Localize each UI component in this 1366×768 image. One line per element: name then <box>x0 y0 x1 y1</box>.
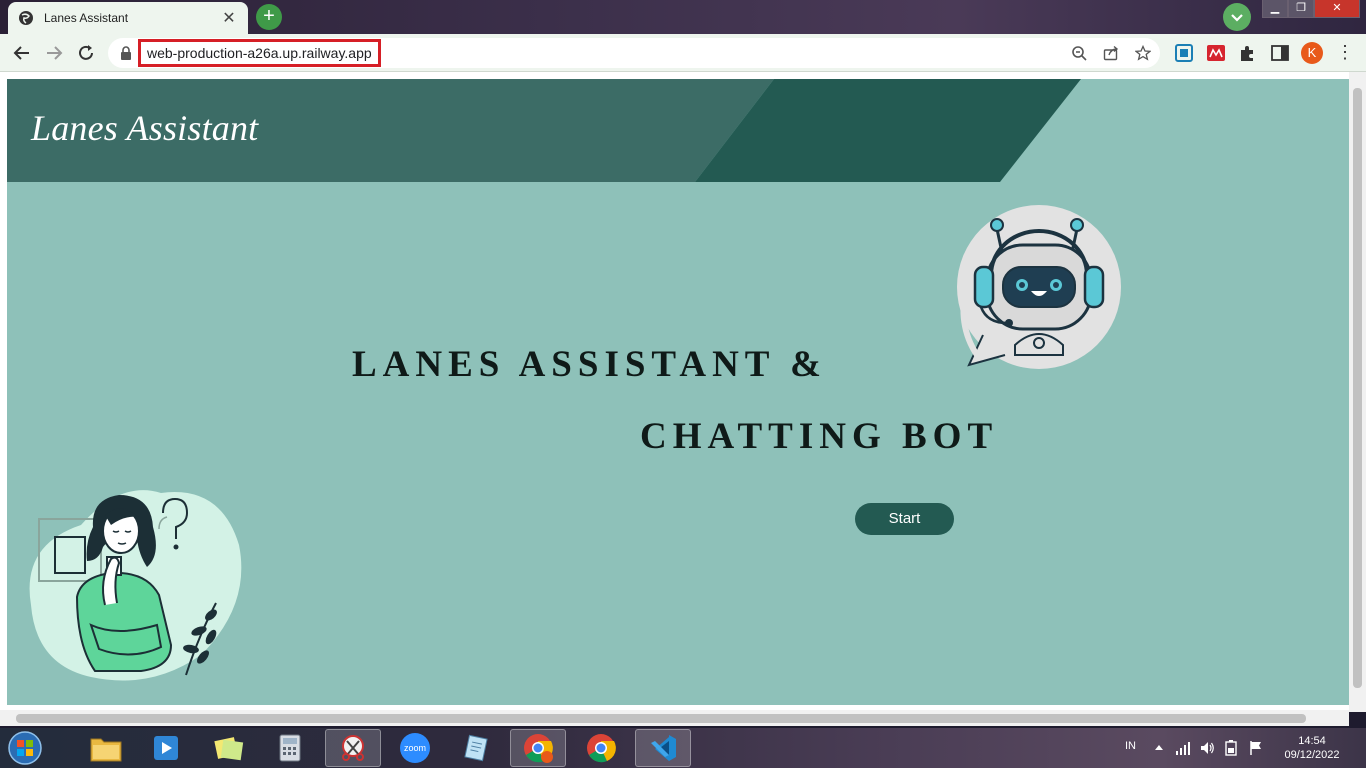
browser-tab[interactable]: Lanes Assistant ✕ <box>8 2 248 34</box>
scissors-icon <box>342 735 364 761</box>
system-clock[interactable]: 14:54 09/12/2022 <box>1282 734 1342 762</box>
taskbar-vscode[interactable] <box>635 729 691 767</box>
tray-expand-icon[interactable] <box>1153 742 1165 752</box>
share-icon[interactable] <box>1103 45 1119 61</box>
address-bar[interactable]: web-production-a26a.up.railway.app <box>108 38 1160 68</box>
clock-time: 14:54 <box>1298 735 1326 747</box>
new-tab-button[interactable]: + <box>256 4 282 30</box>
start-button[interactable]: Start <box>855 503 954 535</box>
taskbar-sticky-notes[interactable] <box>200 729 256 767</box>
chevron-down-icon <box>1231 14 1243 22</box>
chatbot-robot-illustration <box>957 205 1121 369</box>
window-minimize-button[interactable]: ▁ <box>1262 0 1288 18</box>
svg-text:zoom: zoom <box>404 743 426 753</box>
screenshot-extension-icon[interactable] <box>1174 43 1194 63</box>
headline-line-2: CHATTING BOT <box>640 416 999 457</box>
taskbar-snipping-tool[interactable] <box>325 729 381 767</box>
profile-avatar[interactable]: K <box>1301 42 1323 64</box>
window-close-button[interactable]: ✕ <box>1314 0 1360 18</box>
taskbar-file-explorer[interactable] <box>78 729 134 767</box>
battery-power-icon[interactable] <box>1223 740 1239 756</box>
tab-search-button[interactable] <box>1223 3 1251 31</box>
taskbar-chrome-profile[interactable] <box>510 729 566 767</box>
puzzle-extensions-icon[interactable] <box>1238 43 1258 63</box>
taskbar-chrome[interactable] <box>573 729 629 767</box>
back-arrow-icon[interactable] <box>11 42 33 64</box>
thinking-woman-illustration <box>29 490 242 681</box>
horizontal-scrollbar[interactable] <box>0 710 1349 726</box>
vertical-scrollbar[interactable] <box>1349 72 1366 712</box>
vscode-icon <box>651 735 676 761</box>
reload-icon[interactable] <box>75 42 97 64</box>
tab-strip: Lanes Assistant ✕ + ▁ ❐ ✕ <box>0 0 1366 34</box>
windows-start-icon[interactable] <box>6 730 44 766</box>
zoom-out-icon[interactable] <box>1071 45 1087 61</box>
headline-line-1: LANES ASSISTANT & <box>352 344 827 385</box>
sticky-notes-icon <box>214 737 244 761</box>
volume-icon[interactable] <box>1199 740 1215 756</box>
chrome-menu-icon[interactable]: ⋮ <box>1336 42 1354 64</box>
horizontal-scroll-thumb[interactable] <box>16 714 1306 723</box>
browser-toolbar: web-production-a26a.up.railway.app K ⋮ <box>0 34 1366 72</box>
vertical-scroll-thumb[interactable] <box>1353 88 1362 688</box>
calculator-icon <box>279 734 301 762</box>
clock-date: 09/12/2022 <box>1284 749 1340 761</box>
folder-icon <box>90 738 122 762</box>
taskbar-notepad[interactable] <box>448 729 504 767</box>
language-indicator[interactable]: IN <box>1125 740 1136 752</box>
tab-title: Lanes Assistant <box>44 11 129 25</box>
network-signal-icon[interactable] <box>1175 740 1191 756</box>
globe-icon <box>19 11 33 25</box>
taskbar-calculator[interactable] <box>262 729 318 767</box>
media-player-icon <box>154 736 178 760</box>
tab-close-icon[interactable]: ✕ <box>220 8 238 28</box>
notepad-icon <box>464 734 488 762</box>
windows-taskbar: zoom IN 14:54 09/12/2022 <box>0 728 1366 768</box>
taskbar-zoom[interactable]: zoom <box>387 729 443 767</box>
page-header: Lanes Assistant <box>7 79 1349 182</box>
window-maximize-button[interactable]: ❐ <box>1288 0 1314 18</box>
side-panel-icon[interactable] <box>1270 43 1290 63</box>
action-center-flag-icon[interactable] <box>1248 740 1264 756</box>
chrome-icon <box>587 734 616 763</box>
site-brand[interactable]: Lanes Assistant <box>31 107 258 149</box>
taskbar-media-player[interactable] <box>138 729 194 767</box>
forward-arrow-icon[interactable] <box>43 42 65 64</box>
red-extension-icon[interactable] <box>1206 43 1226 63</box>
landing-page: Lanes Assistant LANES ASSISTANT & CHATTI… <box>7 79 1349 705</box>
zoom-app-icon: zoom <box>400 733 430 763</box>
browser-viewport: Lanes Assistant LANES ASSISTANT & CHATTI… <box>0 72 1366 726</box>
url-text[interactable]: web-production-a26a.up.railway.app <box>138 39 381 67</box>
chrome-icon <box>524 734 553 763</box>
lock-icon[interactable] <box>120 46 132 60</box>
bookmark-star-icon[interactable] <box>1135 45 1151 61</box>
